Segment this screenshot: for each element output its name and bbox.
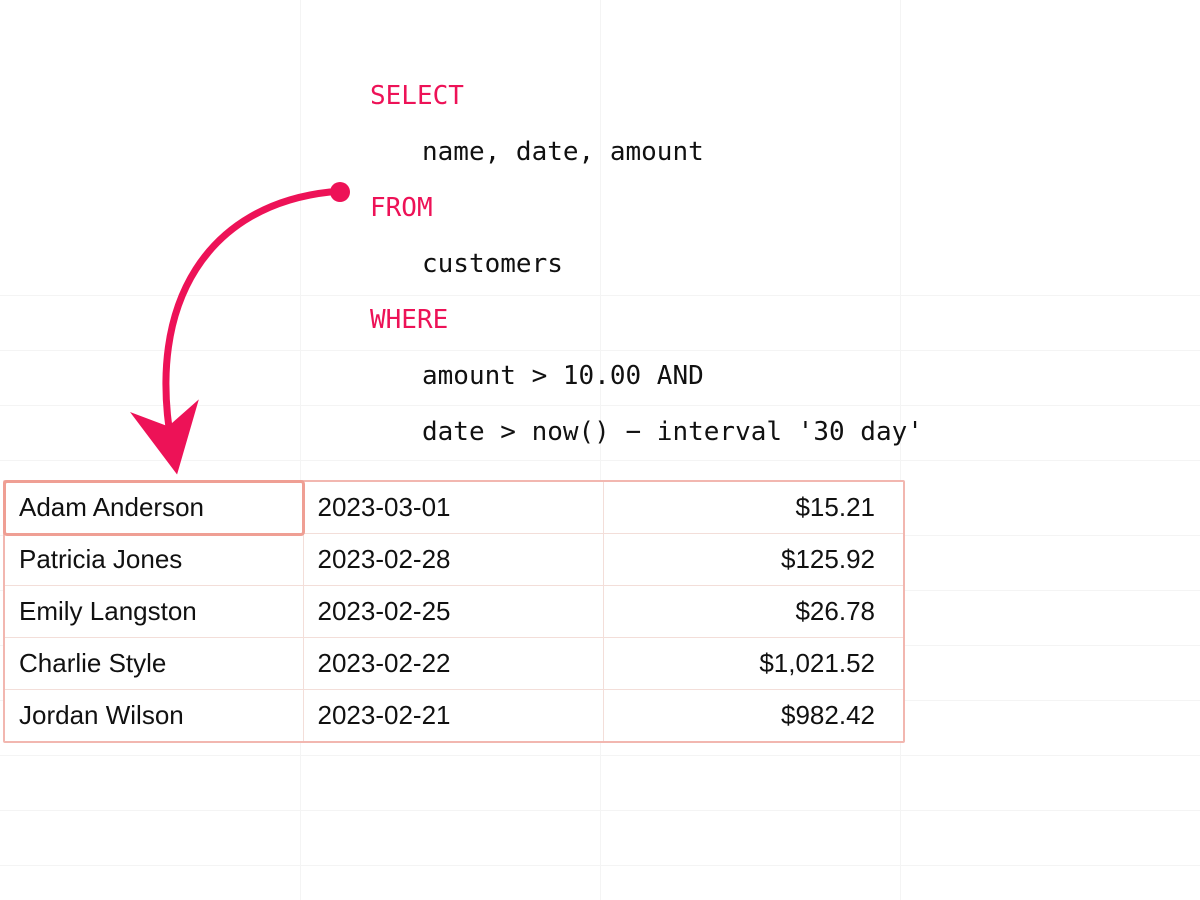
keyword-select: SELECT	[370, 81, 464, 111]
cell-name: Patricia Jones	[5, 534, 303, 586]
cell-amount: $982.42	[603, 690, 903, 742]
cell-name: Jordan Wilson	[5, 690, 303, 742]
cell-amount: $1,021.52	[603, 638, 903, 690]
cell-name: Adam Anderson	[5, 482, 303, 534]
table-row: Adam Anderson 2023-03-01 $15.21	[5, 482, 903, 534]
select-columns: name, date, amount	[370, 124, 923, 180]
cell-name: Emily Langston	[5, 586, 303, 638]
table-row: Patricia Jones 2023-02-28 $125.92	[5, 534, 903, 586]
sql-query: SELECT name, date, amount FROM customers…	[370, 68, 923, 460]
table-row: Jordan Wilson 2023-02-21 $982.42	[5, 690, 903, 742]
cell-amount: $15.21	[603, 482, 903, 534]
from-table: customers	[370, 236, 923, 292]
flow-arrow-icon	[140, 170, 380, 490]
cell-amount: $26.78	[603, 586, 903, 638]
cell-amount: $125.92	[603, 534, 903, 586]
cell-date: 2023-02-22	[303, 638, 603, 690]
where-clause-1: amount > 10.00 AND	[370, 348, 923, 404]
cell-date: 2023-02-28	[303, 534, 603, 586]
table-row: Charlie Style 2023-02-22 $1,021.52	[5, 638, 903, 690]
cell-date: 2023-02-21	[303, 690, 603, 742]
keyword-where: WHERE	[370, 305, 448, 335]
cell-date: 2023-02-25	[303, 586, 603, 638]
results-table: Adam Anderson 2023-03-01 $15.21 Patricia…	[3, 480, 905, 743]
where-clause-2: date > now() − interval '30 day'	[370, 404, 923, 460]
cell-name: Charlie Style	[5, 638, 303, 690]
table-row: Emily Langston 2023-02-25 $26.78	[5, 586, 903, 638]
cell-date: 2023-03-01	[303, 482, 603, 534]
